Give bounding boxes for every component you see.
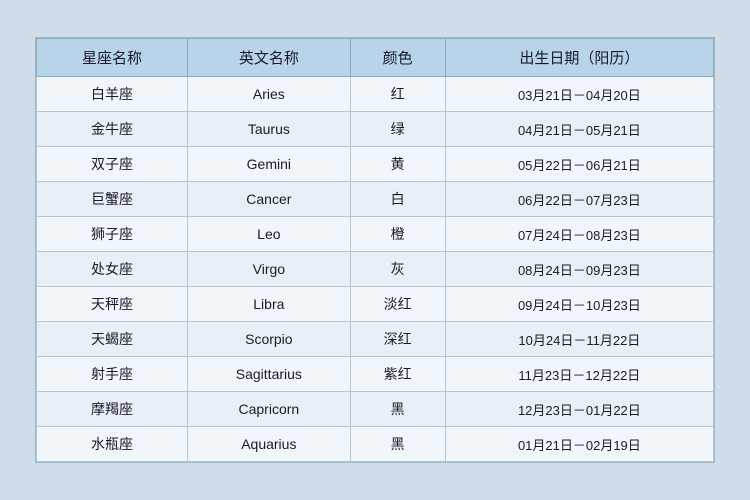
cell-english-name: Gemini [188, 147, 351, 182]
cell-chinese-name: 狮子座 [37, 217, 188, 252]
zodiac-table-container: 星座名称 英文名称 颜色 出生日期（阳历） 白羊座Aries红03月21日－04… [35, 37, 715, 463]
cell-date: 06月22日－07月23日 [445, 182, 713, 217]
header-chinese-name: 星座名称 [37, 39, 188, 77]
cell-date: 04月21日－05月21日 [445, 112, 713, 147]
cell-color: 绿 [350, 112, 445, 147]
header-color: 颜色 [350, 39, 445, 77]
table-row: 金牛座Taurus绿04月21日－05月21日 [37, 112, 714, 147]
table-row: 巨蟹座Cancer白06月22日－07月23日 [37, 182, 714, 217]
table-body: 白羊座Aries红03月21日－04月20日金牛座Taurus绿04月21日－0… [37, 77, 714, 462]
cell-date: 11月23日－12月22日 [445, 357, 713, 392]
cell-color: 白 [350, 182, 445, 217]
cell-chinese-name: 射手座 [37, 357, 188, 392]
cell-english-name: Sagittarius [188, 357, 351, 392]
table-row: 摩羯座Capricorn黑12月23日－01月22日 [37, 392, 714, 427]
zodiac-table: 星座名称 英文名称 颜色 出生日期（阳历） 白羊座Aries红03月21日－04… [36, 38, 714, 462]
table-row: 射手座Sagittarius紫红11月23日－12月22日 [37, 357, 714, 392]
cell-english-name: Scorpio [188, 322, 351, 357]
cell-english-name: Taurus [188, 112, 351, 147]
table-row: 水瓶座Aquarius黑01月21日－02月19日 [37, 427, 714, 462]
cell-date: 10月24日－11月22日 [445, 322, 713, 357]
cell-english-name: Leo [188, 217, 351, 252]
cell-color: 紫红 [350, 357, 445, 392]
cell-date: 08月24日－09月23日 [445, 252, 713, 287]
header-date: 出生日期（阳历） [445, 39, 713, 77]
cell-chinese-name: 天蝎座 [37, 322, 188, 357]
cell-chinese-name: 金牛座 [37, 112, 188, 147]
cell-english-name: Virgo [188, 252, 351, 287]
cell-date: 05月22日－06月21日 [445, 147, 713, 182]
table-header-row: 星座名称 英文名称 颜色 出生日期（阳历） [37, 39, 714, 77]
cell-color: 红 [350, 77, 445, 112]
cell-english-name: Capricorn [188, 392, 351, 427]
table-row: 天蝎座Scorpio深红10月24日－11月22日 [37, 322, 714, 357]
cell-date: 01月21日－02月19日 [445, 427, 713, 462]
cell-english-name: Cancer [188, 182, 351, 217]
header-english-name: 英文名称 [188, 39, 351, 77]
cell-color: 黄 [350, 147, 445, 182]
table-row: 白羊座Aries红03月21日－04月20日 [37, 77, 714, 112]
cell-english-name: Aries [188, 77, 351, 112]
table-row: 处女座Virgo灰08月24日－09月23日 [37, 252, 714, 287]
cell-date: 12月23日－01月22日 [445, 392, 713, 427]
cell-color: 淡红 [350, 287, 445, 322]
cell-english-name: Libra [188, 287, 351, 322]
cell-chinese-name: 摩羯座 [37, 392, 188, 427]
cell-english-name: Aquarius [188, 427, 351, 462]
cell-chinese-name: 水瓶座 [37, 427, 188, 462]
cell-date: 09月24日－10月23日 [445, 287, 713, 322]
table-row: 天秤座Libra淡红09月24日－10月23日 [37, 287, 714, 322]
cell-color: 黑 [350, 392, 445, 427]
table-row: 狮子座Leo橙07月24日－08月23日 [37, 217, 714, 252]
cell-color: 灰 [350, 252, 445, 287]
cell-chinese-name: 双子座 [37, 147, 188, 182]
cell-chinese-name: 天秤座 [37, 287, 188, 322]
cell-color: 黑 [350, 427, 445, 462]
cell-chinese-name: 处女座 [37, 252, 188, 287]
table-row: 双子座Gemini黄05月22日－06月21日 [37, 147, 714, 182]
cell-color: 橙 [350, 217, 445, 252]
cell-date: 03月21日－04月20日 [445, 77, 713, 112]
cell-color: 深红 [350, 322, 445, 357]
cell-date: 07月24日－08月23日 [445, 217, 713, 252]
cell-chinese-name: 巨蟹座 [37, 182, 188, 217]
cell-chinese-name: 白羊座 [37, 77, 188, 112]
